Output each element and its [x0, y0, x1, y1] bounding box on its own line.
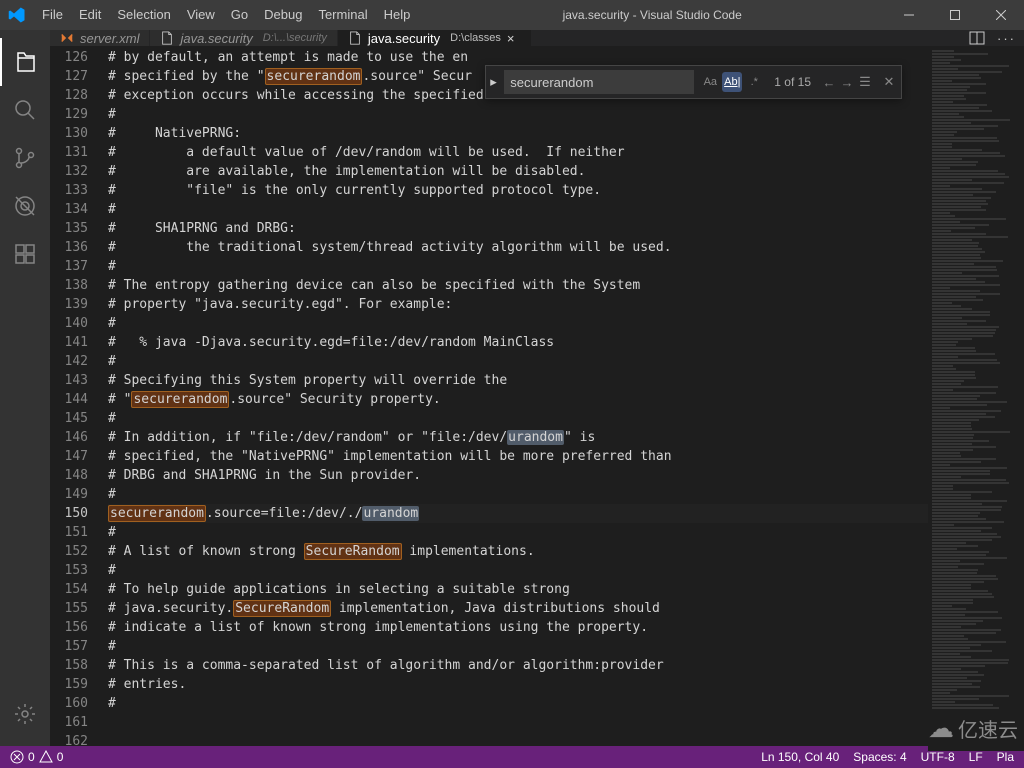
- tab-server-xml[interactable]: server.xml: [50, 30, 150, 46]
- minimap[interactable]: [928, 46, 1024, 751]
- problems-status[interactable]: 0 0: [10, 750, 63, 764]
- editor[interactable]: 1261271281291301311321331341351361371381…: [50, 46, 1024, 751]
- tab-label: java.security: [368, 31, 440, 46]
- menu-file[interactable]: File: [34, 0, 71, 30]
- cloud-icon: ☁: [928, 713, 954, 744]
- menu-help[interactable]: Help: [376, 0, 419, 30]
- tab-java-security-2[interactable]: java.security D:\classes ×: [338, 30, 532, 46]
- close-icon[interactable]: ×: [507, 31, 521, 46]
- tabs: server.xml java.security D:\...\security…: [50, 30, 1024, 46]
- vscode-icon: [8, 6, 26, 24]
- maximize-button[interactable]: [932, 0, 978, 30]
- source-control-icon[interactable]: [0, 134, 50, 182]
- cursor-position[interactable]: Ln 150, Col 40: [761, 750, 839, 764]
- prev-match-button[interactable]: ←: [821, 74, 837, 90]
- match-case-toggle[interactable]: Aa: [700, 72, 720, 92]
- editor-area: server.xml java.security D:\...\security…: [50, 30, 1024, 746]
- minimize-button[interactable]: [886, 0, 932, 30]
- more-icon[interactable]: ···: [997, 31, 1016, 46]
- split-editor-icon[interactable]: [969, 30, 985, 46]
- title-bar: File Edit Selection View Go Debug Termin…: [0, 0, 1024, 30]
- file-icon: [348, 31, 362, 45]
- error-icon: [10, 750, 24, 764]
- menu-debug[interactable]: Debug: [256, 0, 310, 30]
- explorer-icon[interactable]: [0, 38, 50, 86]
- find-in-selection-icon[interactable]: ☰: [857, 74, 873, 90]
- close-button[interactable]: [978, 0, 1024, 30]
- menu-bar: File Edit Selection View Go Debug Termin…: [34, 0, 418, 30]
- warning-icon: [39, 750, 53, 764]
- search-icon[interactable]: [0, 86, 50, 134]
- tab-path: D:\classes: [450, 32, 501, 44]
- find-result-count: 1 of 15: [774, 75, 811, 89]
- regex-toggle[interactable]: .*: [744, 72, 764, 92]
- whole-word-toggle[interactable]: Ab|: [722, 72, 742, 92]
- find-input[interactable]: [504, 70, 694, 94]
- tab-path: D:\...\security: [263, 32, 327, 44]
- next-match-button[interactable]: →: [839, 74, 855, 90]
- debug-icon[interactable]: [0, 182, 50, 230]
- activity-bar: [0, 30, 50, 746]
- eol-status[interactable]: LF: [969, 750, 983, 764]
- menu-edit[interactable]: Edit: [71, 0, 109, 30]
- window-controls: [886, 0, 1024, 30]
- line-gutter: 1261271281291301311321331341351361371381…: [50, 46, 108, 751]
- code-content[interactable]: # by default, an attempt is made to use …: [108, 46, 928, 751]
- xml-file-icon: [60, 31, 74, 45]
- chevron-right-icon[interactable]: ▸: [490, 74, 500, 90]
- extensions-icon[interactable]: [0, 230, 50, 278]
- encoding-status[interactable]: UTF-8: [921, 750, 955, 764]
- tab-java-security-1[interactable]: java.security D:\...\security: [150, 30, 337, 46]
- watermark: ☁ 亿速云: [928, 713, 1018, 744]
- window-title: java.security - Visual Studio Code: [418, 8, 886, 22]
- menu-terminal[interactable]: Terminal: [310, 0, 375, 30]
- settings-icon[interactable]: [0, 690, 50, 738]
- tab-label: server.xml: [80, 31, 139, 46]
- tab-label: java.security: [180, 31, 252, 46]
- close-find-button[interactable]: ✕: [881, 74, 897, 90]
- file-icon: [160, 31, 174, 45]
- find-widget: ▸ Aa Ab| .* 1 of 15 ← → ☰ ✕: [485, 65, 902, 99]
- menu-selection[interactable]: Selection: [109, 0, 178, 30]
- language-status[interactable]: Pla: [997, 750, 1014, 764]
- menu-go[interactable]: Go: [223, 0, 256, 30]
- indent-status[interactable]: Spaces: 4: [853, 750, 906, 764]
- menu-view[interactable]: View: [179, 0, 223, 30]
